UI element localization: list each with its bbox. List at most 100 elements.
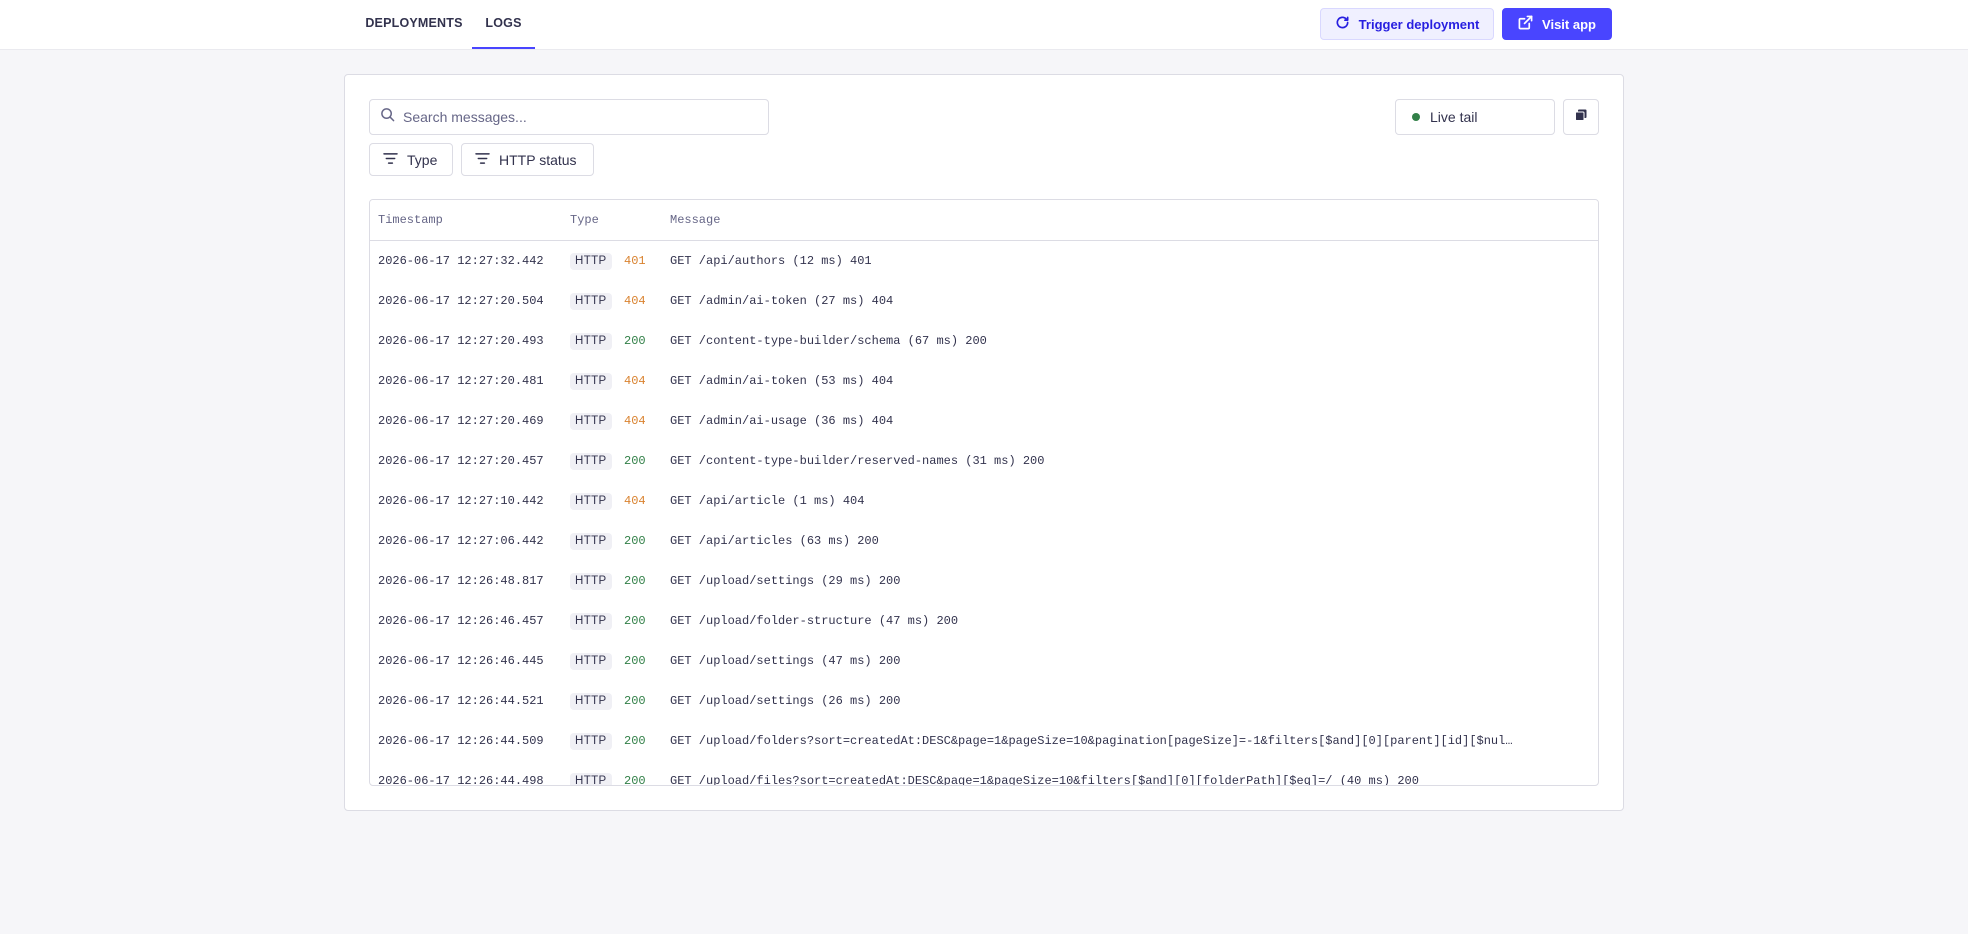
top-bar: DEPLOYMENTS LOGS Trigger deployment Visi… — [0, 0, 1968, 50]
log-message: GET /upload/settings (29 ms) 200 — [670, 574, 901, 588]
log-row[interactable]: 2026-06-17 12:26:44.509 HTTP 200 GET /uploa… — [370, 722, 1598, 762]
tab-deployments[interactable]: DEPLOYMENTS — [360, 0, 468, 49]
log-row[interactable]: 2026-06-17 12:27:20.504 HTTP 404 GET /admin… — [370, 282, 1598, 322]
log-row[interactable]: 2026-06-17 12:27:32.442 HTTP 401 GET /api/a… — [370, 242, 1598, 282]
log-timestamp: 2026-06-17 12:27:20.481 — [378, 374, 544, 388]
log-message: GET /admin/ai-token (27 ms) 404 — [670, 294, 894, 308]
live-tail-toggle[interactable]: Live tail — [1395, 99, 1555, 135]
log-type-badge: HTTP — [570, 773, 612, 785]
log-status-code: 404 — [624, 494, 646, 508]
log-type-badge: HTTP — [570, 333, 612, 350]
log-table-body[interactable]: 2026-06-17 12:27:32.442 HTTP 401 GET /api/a… — [370, 242, 1598, 786]
log-message: GET /admin/ai-token (53 ms) 404 — [670, 374, 894, 388]
log-type-badge: HTTP — [570, 613, 612, 630]
search-box[interactable] — [369, 99, 769, 135]
filter-icon — [475, 152, 490, 168]
external-link-icon — [1518, 15, 1533, 33]
log-type-badge: HTTP — [570, 493, 612, 510]
log-status-code: 200 — [624, 734, 646, 748]
log-message: GET /upload/folders?sort=createdAt:DESC&… — [670, 734, 1513, 748]
tab-logs[interactable]: LOGS — [472, 0, 535, 49]
log-status-code: 404 — [624, 374, 646, 388]
log-timestamp: 2026-06-17 12:26:46.445 — [378, 654, 544, 668]
log-timestamp: 2026-06-17 12:27:10.442 — [378, 494, 544, 508]
column-header-message: Message — [670, 213, 721, 227]
log-status-code: 200 — [624, 574, 646, 588]
log-timestamp: 2026-06-17 12:26:46.457 — [378, 614, 544, 628]
log-status-code: 200 — [624, 334, 646, 348]
log-status-code: 200 — [624, 454, 646, 468]
log-message: GET /upload/settings (26 ms) 200 — [670, 694, 901, 708]
log-type-badge: HTTP — [570, 533, 612, 550]
trigger-deployment-label: Trigger deployment — [1358, 16, 1480, 32]
log-message: GET /api/articles (63 ms) 200 — [670, 534, 879, 548]
column-header-timestamp: Timestamp — [378, 213, 443, 227]
copy-icon — [1575, 108, 1587, 126]
search-icon — [380, 107, 395, 127]
log-row[interactable]: 2026-06-17 12:26:44.498 HTTP 200 GET /uploa… — [370, 762, 1598, 786]
log-row[interactable]: 2026-06-17 12:26:48.817 HTTP 200 GET /uploa… — [370, 562, 1598, 602]
filter-icon — [383, 152, 398, 168]
logs-card: Type HTTP status Live tail Timestamp Typ… — [344, 74, 1624, 811]
log-message: GET /upload/files?sort=createdAt:DESC&pa… — [670, 774, 1419, 786]
search-input[interactable] — [403, 109, 743, 125]
log-timestamp: 2026-06-17 12:27:32.442 — [378, 254, 544, 268]
log-status-code: 200 — [624, 774, 646, 786]
column-header-type: Type — [570, 213, 599, 227]
log-timestamp: 2026-06-17 12:26:44.509 — [378, 734, 544, 748]
log-type-badge: HTTP — [570, 693, 612, 710]
log-status-code: 200 — [624, 694, 646, 708]
log-status-code: 200 — [624, 654, 646, 668]
type-filter-label: Type — [407, 151, 438, 168]
trigger-deployment-button[interactable]: Trigger deployment — [1320, 8, 1494, 40]
log-message: GET /api/article (1 ms) 404 — [670, 494, 865, 508]
log-timestamp: 2026-06-17 12:26:44.521 — [378, 694, 544, 708]
log-status-code: 200 — [624, 534, 646, 548]
log-type-badge: HTTP — [570, 453, 612, 470]
visit-app-label: Visit app — [1542, 16, 1596, 32]
log-timestamp: 2026-06-17 12:27:06.442 — [378, 534, 544, 548]
log-type-badge: HTTP — [570, 293, 612, 310]
copy-logs-button[interactable] — [1563, 99, 1599, 135]
log-type-badge: HTTP — [570, 253, 612, 270]
log-row[interactable]: 2026-06-17 12:26:44.521 HTTP 200 GET /uploa… — [370, 682, 1598, 722]
log-row[interactable]: 2026-06-17 12:27:20.481 HTTP 404 GET /admin… — [370, 362, 1598, 402]
log-timestamp: 2026-06-17 12:26:48.817 — [378, 574, 544, 588]
log-row[interactable]: 2026-06-17 12:26:46.457 HTTP 200 GET /uploa… — [370, 602, 1598, 642]
visit-app-button[interactable]: Visit app — [1502, 8, 1612, 40]
log-type-badge: HTTP — [570, 653, 612, 670]
log-timestamp: 2026-06-17 12:27:20.493 — [378, 334, 544, 348]
log-status-code: 401 — [624, 254, 646, 268]
log-type-badge: HTTP — [570, 733, 612, 750]
log-timestamp: 2026-06-17 12:27:20.504 — [378, 294, 544, 308]
refresh-icon — [1335, 15, 1350, 33]
log-table: Timestamp Type Message 2026-06-17 12:27:… — [369, 199, 1599, 786]
log-type-badge: HTTP — [570, 373, 612, 390]
log-row[interactable]: 2026-06-17 12:27:10.442 HTTP 404 GET /api/a… — [370, 482, 1598, 522]
log-row[interactable]: 2026-06-17 12:27:06.442 HTTP 200 GET /api/a… — [370, 522, 1598, 562]
live-tail-label: Live tail — [1430, 109, 1478, 125]
http-status-filter-label: HTTP status — [499, 151, 577, 168]
log-status-code: 404 — [624, 414, 646, 428]
log-table-header: Timestamp Type Message — [370, 200, 1598, 241]
type-filter-button[interactable]: Type — [369, 143, 453, 176]
log-status-code: 200 — [624, 614, 646, 628]
log-type-badge: HTTP — [570, 413, 612, 430]
log-status-code: 404 — [624, 294, 646, 308]
log-row[interactable]: 2026-06-17 12:27:20.457 HTTP 200 GET /conte… — [370, 442, 1598, 482]
log-timestamp: 2026-06-17 12:27:20.469 — [378, 414, 544, 428]
log-type-badge: HTTP — [570, 573, 612, 590]
log-timestamp: 2026-06-17 12:26:44.498 — [378, 774, 544, 786]
log-message: GET /content-type-builder/reserved-names… — [670, 454, 1045, 468]
log-row[interactable]: 2026-06-17 12:27:20.469 HTTP 404 GET /admin… — [370, 402, 1598, 442]
log-message: GET /content-type-builder/schema (67 ms)… — [670, 334, 987, 348]
log-row[interactable]: 2026-06-17 12:26:46.445 HTTP 200 GET /uploa… — [370, 642, 1598, 682]
live-status-dot-icon — [1412, 113, 1420, 121]
log-timestamp: 2026-06-17 12:27:20.457 — [378, 454, 544, 468]
log-message: GET /upload/folder-structure (47 ms) 200 — [670, 614, 959, 628]
http-status-filter-button[interactable]: HTTP status — [461, 143, 594, 176]
log-message: GET /api/authors (12 ms) 401 — [670, 254, 872, 268]
log-message: GET /upload/settings (47 ms) 200 — [670, 654, 901, 668]
log-row[interactable]: 2026-06-17 12:27:20.493 HTTP 200 GET /conte… — [370, 322, 1598, 362]
log-message: GET /admin/ai-usage (36 ms) 404 — [670, 414, 894, 428]
